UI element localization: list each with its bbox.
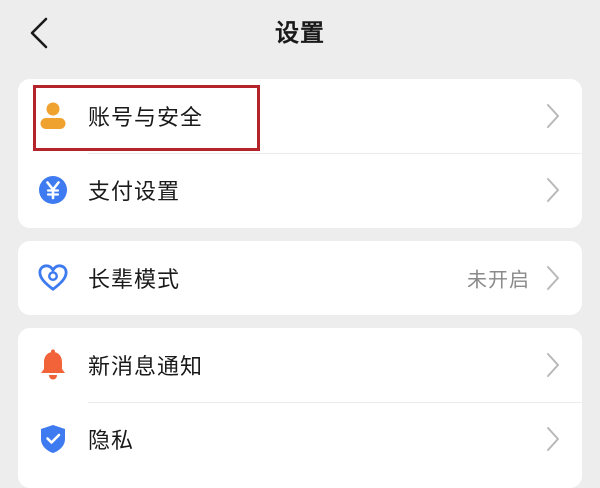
chevron-right-icon: [547, 178, 559, 202]
settings-item-label: 账号与安全: [88, 106, 204, 131]
settings-item-label: 新消息通知: [88, 355, 204, 380]
chevron-right-icon: [547, 104, 559, 128]
settings-item-elder-mode[interactable]: 长辈模式 未开启: [18, 241, 582, 315]
bell-icon: [38, 349, 68, 380]
settings-group-account: 账号与安全 支付设置: [18, 79, 582, 228]
header-bar: 设置: [0, 0, 600, 66]
heart-icon: [38, 263, 68, 293]
settings-item-value: 未开启: [467, 267, 530, 292]
chevron-right-icon: [547, 427, 559, 451]
settings-item-account-security[interactable]: 账号与安全: [18, 79, 582, 153]
divider: [88, 402, 582, 403]
settings-item-new-message-notify[interactable]: 新消息通知: [18, 328, 582, 402]
yuan-icon: [38, 175, 68, 205]
settings-item-label: 隐私: [88, 429, 135, 454]
divider: [88, 153, 582, 154]
settings-item-payment[interactable]: 支付设置: [18, 153, 582, 227]
settings-item-label: 长辈模式: [88, 268, 181, 293]
settings-group-elder-mode: 长辈模式 未开启: [18, 241, 582, 315]
person-icon: [38, 101, 68, 131]
chevron-right-icon: [547, 266, 559, 290]
chevron-right-icon: [547, 353, 559, 377]
settings-item-label: 支付设置: [88, 180, 181, 205]
settings-item-privacy[interactable]: 隐私: [18, 402, 582, 476]
settings-group-notifications: 新消息通知 隐私: [18, 328, 582, 488]
page-title: 设置: [275, 19, 325, 47]
